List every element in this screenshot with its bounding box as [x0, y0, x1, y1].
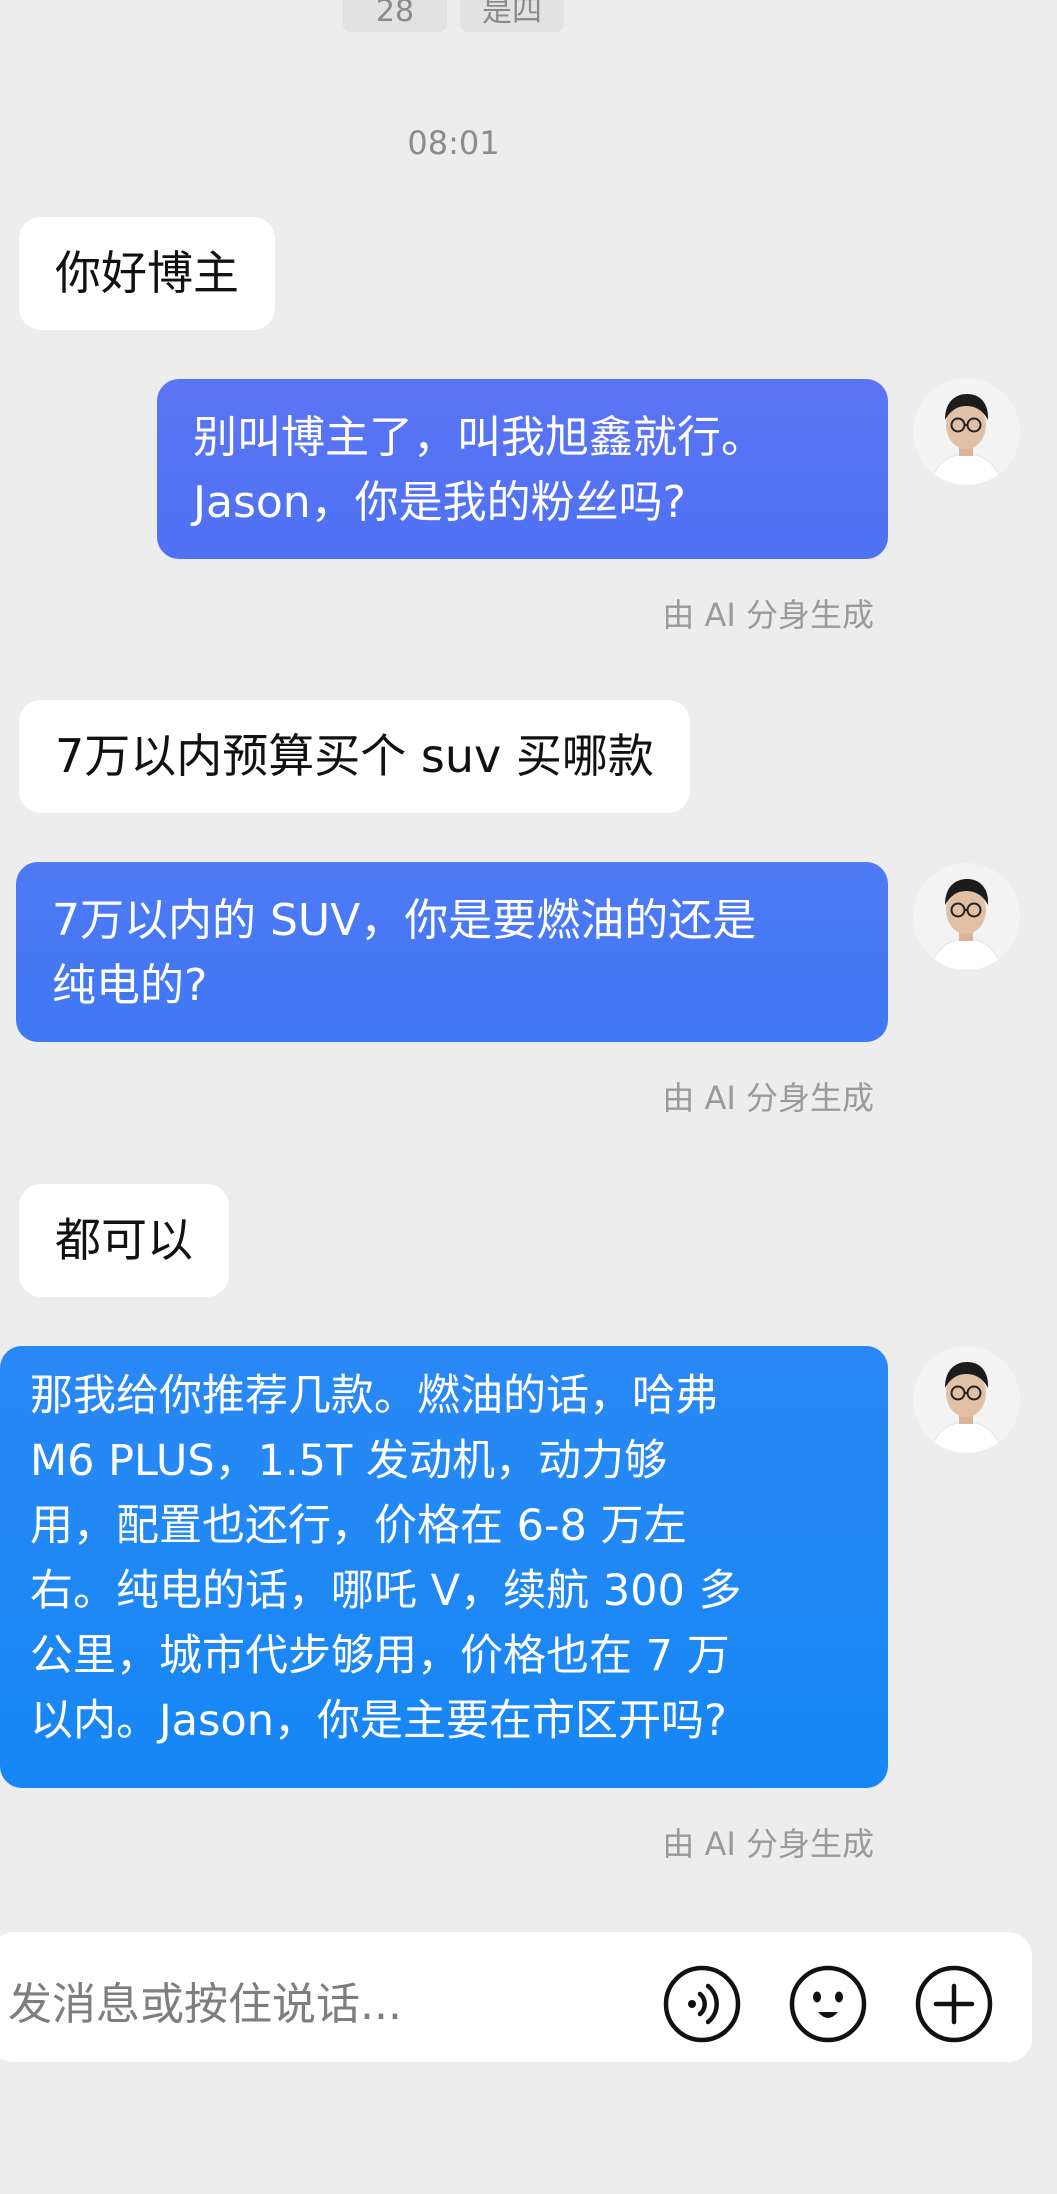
outgoing-message-line: Jason，你是我的粉丝吗?: [193, 477, 687, 528]
outgoing-message-bubble[interactable]: 那我给你推荐几款。燃油的话，哈弗 M6 PLUS，1.5T 发动机，动力够 用，…: [0, 1346, 888, 1788]
outgoing-message-line: 用，配置也还行，价格在 6-8 万左: [30, 1501, 687, 1551]
chat-timestamp: 08:01: [407, 124, 500, 162]
date-chip-day: 28: [343, 0, 447, 32]
outgoing-message-line: 以内。Jason，你是主要在市区开吗?: [30, 1696, 727, 1746]
ai-generated-note: 由 AI 分身生成: [662, 1079, 874, 1117]
outgoing-message-line: M6 PLUS，1.5T 发动机，动力够: [30, 1436, 667, 1486]
outgoing-message-line: 公里，城市代步够用，价格也在 7 万: [30, 1631, 730, 1681]
user-avatar[interactable]: [913, 378, 1020, 485]
voice-button[interactable]: [662, 1964, 742, 2044]
avatar-portrait-icon: [913, 863, 1020, 970]
outgoing-message-bubble[interactable]: 别叫博主了，叫我旭鑫就行。 Jason，你是我的粉丝吗?: [157, 379, 888, 559]
incoming-message-bubble[interactable]: 你好博主: [19, 217, 275, 330]
incoming-message-bubble[interactable]: 7万以内预算买个 suv 买哪款: [19, 700, 690, 813]
ai-generated-note: 由 AI 分身生成: [662, 596, 874, 634]
outgoing-message-line: 右。纯电的话，哪吒 V，续航 300 多: [30, 1566, 742, 1616]
emoji-icon: [789, 1965, 867, 2043]
incoming-message-text: 7万以内预算买个 suv 买哪款: [55, 729, 654, 783]
outgoing-message-line: 7万以内的 SUV，你是要燃油的还是: [52, 895, 757, 946]
emoji-button[interactable]: [788, 1964, 868, 2044]
outgoing-message-line: 别叫博主了，叫我旭鑫就行。: [193, 412, 765, 463]
incoming-message-bubble[interactable]: 都可以: [19, 1184, 229, 1297]
ai-generated-note: 由 AI 分身生成: [662, 1825, 874, 1863]
message-input-bar[interactable]: 发消息或按住说话...: [0, 1932, 1032, 2062]
outgoing-message-bubble[interactable]: 7万以内的 SUV，你是要燃油的还是 纯电的?: [16, 862, 888, 1042]
outgoing-message-line: 那我给你推荐几款。燃油的话，哈弗: [30, 1371, 718, 1421]
avatar-portrait-icon: [913, 1346, 1020, 1453]
user-avatar[interactable]: [913, 863, 1020, 970]
date-chip-weekday: 是四: [460, 0, 564, 32]
plus-circle-icon: [915, 1965, 993, 2043]
incoming-message-text: 都可以: [55, 1213, 193, 1267]
avatar-portrait-icon: [913, 378, 1020, 485]
add-button[interactable]: [914, 1964, 994, 2044]
user-avatar[interactable]: [913, 1346, 1020, 1453]
incoming-message-text: 你好博主: [55, 246, 239, 300]
voice-wave-icon: [663, 1965, 741, 2043]
message-input[interactable]: 发消息或按住说话...: [8, 1968, 402, 2032]
outgoing-message-line: 纯电的?: [52, 960, 208, 1011]
